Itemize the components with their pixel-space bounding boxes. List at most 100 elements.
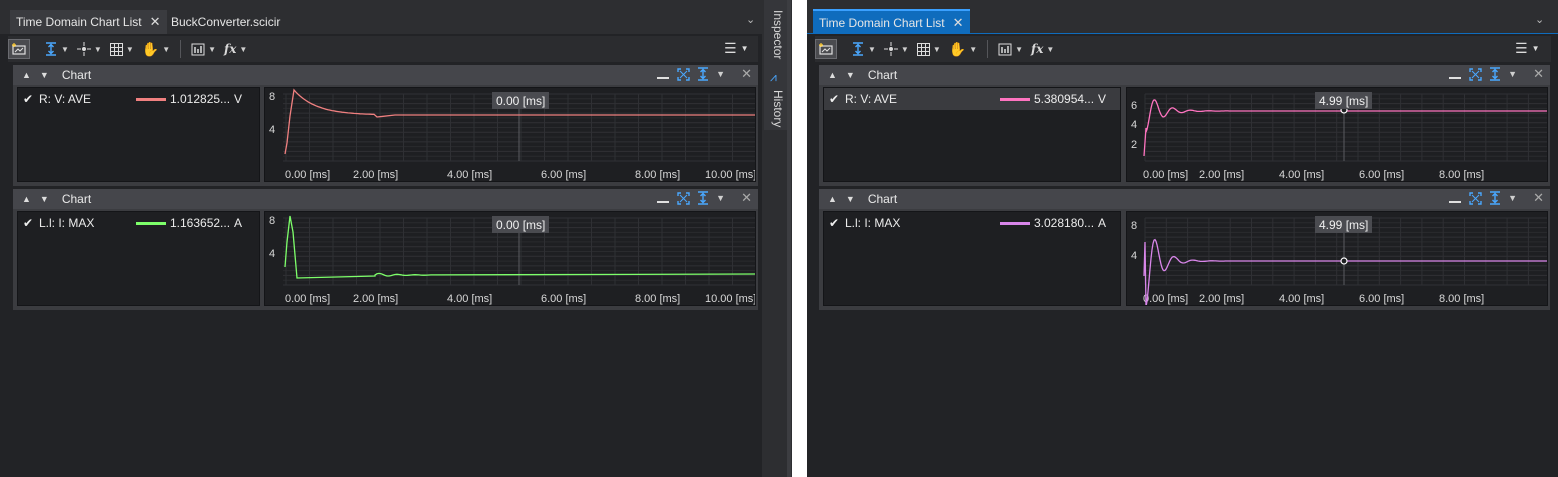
right-tab-bar: Time Domain Chart List ✕ ⌄ — [807, 0, 1558, 34]
fit-vertical-button[interactable]: ▼ — [40, 38, 73, 60]
fit-y-icon[interactable] — [696, 67, 710, 81]
plot-area[interactable]: 8 4 0.00 [ms] 2.00 [ms] 4.00 [ms] 6.00 [ms] 8.… — [264, 87, 756, 182]
signal-color-swatch — [136, 97, 166, 101]
collapse-expand-icons[interactable]: ▲▼ — [828, 70, 864, 80]
chart-controls: ▼ ✕ — [656, 66, 752, 82]
grid-button[interactable]: ▼ — [913, 38, 945, 60]
check-icon[interactable]: ✔ — [829, 92, 843, 106]
pan-button[interactable]: ✋ ▼ — [138, 38, 174, 60]
fit-y-icon[interactable] — [696, 191, 710, 205]
chevron-down-icon[interactable]: ▼ — [716, 69, 725, 79]
close-icon[interactable]: ✕ — [741, 66, 752, 82]
chart-title: Chart — [61, 68, 92, 82]
fit-vertical-button[interactable]: ▼ — [847, 38, 880, 60]
menu-icon: ☰ — [724, 40, 737, 56]
scrollbar[interactable] — [787, 0, 791, 477]
close-icon[interactable]: ✕ — [1533, 190, 1544, 206]
function-button[interactable]: fx ▼ — [220, 38, 251, 60]
x-tick-label: 4.00 [ms] — [1279, 169, 1324, 181]
minimize-icon[interactable] — [656, 67, 670, 81]
crosshair-icon — [76, 42, 91, 56]
check-icon[interactable]: ✔ — [23, 216, 37, 230]
x-tick-label: 2.00 [ms] — [353, 293, 398, 305]
chart-controls: ▼ ✕ — [656, 190, 752, 206]
legend-item[interactable]: ✔ L.l: I: MAX 1.163652... A — [18, 212, 259, 234]
left-tab-bar: Time Domain Chart List ✕ BuckConverter.s… — [0, 0, 762, 34]
function-icon: fx — [1031, 42, 1044, 56]
toolbar-separator — [987, 40, 989, 58]
fit-all-icon[interactable] — [1468, 191, 1482, 205]
pan-button[interactable]: ✋ ▼ — [945, 38, 981, 60]
fit-y-icon[interactable] — [1488, 191, 1502, 205]
add-chart-button[interactable] — [8, 39, 30, 59]
crosshair-button[interactable]: ▼ — [880, 38, 913, 60]
legend-item[interactable]: ✔ R: V: AVE 5.380954... V — [824, 88, 1120, 110]
minimize-icon[interactable] — [1448, 191, 1462, 205]
crosshair-button[interactable]: ▼ — [73, 38, 106, 60]
x-tick-label: 4.00 [ms] — [447, 169, 492, 181]
legend: ✔ L.l: I: MAX 3.028180... A — [823, 211, 1121, 306]
chart-type-button[interactable]: ▼ — [187, 38, 220, 60]
fit-y-icon[interactable] — [1488, 67, 1502, 81]
chevron-down-icon[interactable]: ⌄ — [1535, 13, 1544, 26]
grid-button[interactable]: ▼ — [106, 38, 138, 60]
collapse-expand-icons[interactable]: ▲▼ — [22, 194, 58, 204]
close-icon[interactable]: ✕ — [953, 15, 964, 31]
y-tick-label: 8 — [269, 91, 275, 103]
close-icon[interactable]: ✕ — [1533, 66, 1544, 82]
y-tick-label: 8 — [269, 215, 275, 227]
close-icon[interactable]: ✕ — [741, 190, 752, 206]
chevron-down-icon[interactable]: ▼ — [716, 193, 725, 203]
chart-header: ▲▼ Chart ▼ ✕ — [819, 65, 1550, 85]
fit-all-icon[interactable] — [1468, 67, 1482, 81]
collapse-expand-icons[interactable]: ▲▼ — [828, 194, 864, 204]
signal-color-swatch — [1000, 221, 1030, 225]
signal-value: 3.028180... — [1034, 216, 1095, 230]
toolbar-separator — [180, 40, 182, 58]
chevron-down-icon[interactable]: ▼ — [1508, 69, 1517, 79]
plot-area[interactable]: 8 4 0.00 [ms] 2.00 [ms] 4.00 [ms] 6.00 [ms] 8.… — [1126, 211, 1548, 306]
minimize-icon[interactable] — [656, 191, 670, 205]
add-chart-button[interactable] — [815, 39, 837, 59]
plot-area[interactable]: 8 4 0.00 [ms] 2.00 [ms] 4.00 [ms] 6.00 [ms] 8.… — [264, 211, 756, 306]
side-tab-history[interactable]: History — [771, 90, 785, 127]
grid-icon — [916, 42, 930, 56]
legend-item[interactable]: ✔ R: V: AVE 1.012825... V — [18, 88, 259, 110]
menu-button[interactable]: ☰ ▼ — [1515, 40, 1539, 57]
side-tab-inspector[interactable]: Inspector — [771, 10, 785, 59]
menu-button[interactable]: ☰ ▼ — [724, 40, 748, 57]
legend: ✔ R: V: AVE 5.380954... V — [823, 87, 1121, 182]
cursor-time-label: 4.99 [ms] — [1315, 92, 1373, 109]
tab-label: BuckConverter.scicir — [171, 15, 281, 29]
plot-area[interactable]: 6 4 2 0.00 [ms] 2.00 [ms] 4.00 [ms] 6.00 [ms] 8… — [1126, 87, 1548, 182]
fit-all-icon[interactable] — [676, 67, 690, 81]
function-button[interactable]: fx ▼ — [1027, 38, 1058, 60]
tab-time-domain-chart-list[interactable]: Time Domain Chart List ✕ — [10, 10, 167, 34]
pan-hand-icon: ✋ — [141, 40, 160, 57]
x-tick-label: 4.00 [ms] — [447, 293, 492, 305]
legend-item[interactable]: ✔ L.l: I: MAX 3.028180... A — [824, 212, 1120, 234]
chevron-down-icon: ▼ — [1046, 44, 1055, 54]
history-icon[interactable]: ⩘ — [770, 70, 777, 85]
minimize-icon[interactable] — [1448, 67, 1462, 81]
x-tick-label: 2.00 [ms] — [1199, 293, 1244, 305]
legend: ✔ L.l: I: MAX 1.163652... A — [17, 211, 260, 306]
chart-panel: ▲▼ Chart ▼ ✕ ✔ R: V: AVE 5.380954... V 6… — [819, 65, 1550, 186]
close-icon[interactable]: ✕ — [150, 14, 161, 30]
y-tick-label: 4 — [269, 124, 275, 136]
tab-buckconverter[interactable]: BuckConverter.scicir — [165, 10, 286, 34]
chart-type-button[interactable]: ▼ — [994, 38, 1027, 60]
chevron-down-icon[interactable]: ▼ — [1508, 193, 1517, 203]
signal-unit: V — [234, 92, 243, 106]
check-icon[interactable]: ✔ — [829, 216, 843, 230]
collapse-expand-icons[interactable]: ▲▼ — [22, 70, 58, 80]
chevron-down-icon: ▼ — [93, 44, 102, 54]
check-icon[interactable]: ✔ — [23, 92, 37, 106]
fit-all-icon[interactable] — [676, 191, 690, 205]
x-tick-label: 6.00 [ms] — [541, 293, 586, 305]
tab-time-domain-chart-list[interactable]: Time Domain Chart List ✕ — [813, 9, 970, 34]
chart-panel: ▲▼ Chart ▼ ✕ ✔ L.l: I: MAX 1.163652... A… — [13, 189, 758, 310]
x-tick-label: 2.00 [ms] — [1199, 169, 1244, 181]
chevron-down-icon[interactable]: ⌄ — [746, 13, 755, 26]
x-tick-label: 2.00 [ms] — [353, 169, 398, 181]
